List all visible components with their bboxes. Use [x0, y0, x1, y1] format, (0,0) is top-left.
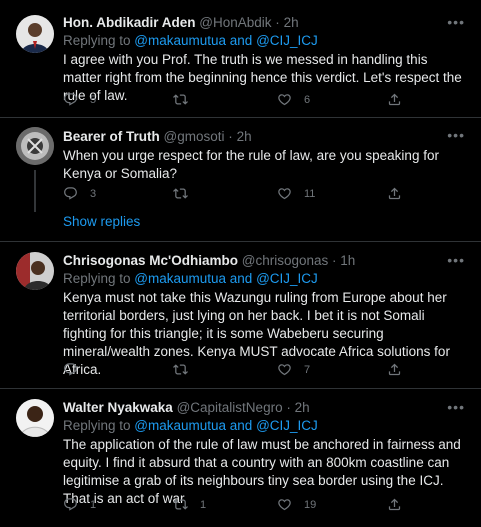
retweet-button[interactable] [173, 92, 200, 107]
share-button[interactable] [387, 186, 402, 201]
replying-to: Replying to @makaumutua and @CIJ_ICJ [63, 32, 469, 50]
replying-to: Replying to @makaumutua and @CIJ_ICJ [63, 270, 469, 288]
reply-button[interactable]: 5 [63, 92, 96, 107]
replying-to: Replying to @makaumutua and @CIJ_ICJ [63, 417, 469, 435]
avatar[interactable] [16, 15, 54, 53]
tweet-header: Walter Nyakwaka @CapitalistNegro · 2h [63, 399, 469, 417]
like-count: 7 [304, 363, 311, 376]
author-name[interactable]: Bearer of Truth [63, 129, 160, 144]
like-count: 6 [304, 93, 311, 106]
avatar[interactable] [16, 399, 54, 437]
share-button[interactable] [387, 92, 402, 107]
replying-to-mentions[interactable]: @makaumutua and @CIJ_ICJ [134, 33, 317, 48]
like-button[interactable]: 11 [277, 186, 315, 201]
tweet-header: Bearer of Truth @gmosoti · 2h [63, 128, 469, 146]
author-name[interactable]: Walter Nyakwaka [63, 400, 173, 415]
retweet-button[interactable] [173, 362, 200, 377]
tweet-card[interactable]: Hon. Abdikadir Aden @HonAbdik · 2h Reply… [0, 0, 481, 118]
more-icon[interactable]: ••• [447, 128, 465, 142]
author-handle[interactable]: @chrisogonas [242, 253, 329, 268]
retweet-icon [173, 92, 188, 107]
replying-to-mentions[interactable]: @makaumutua and @CIJ_ICJ [134, 271, 317, 286]
author-handle[interactable]: @gmosoti [164, 129, 225, 144]
reply-button[interactable] [63, 362, 90, 377]
tweet-time[interactable]: 1h [340, 253, 355, 268]
share-icon [387, 186, 402, 201]
tweet-card[interactable]: Bearer of Truth @gmosoti · 2h When you u… [0, 118, 481, 242]
tweet-card[interactable]: Walter Nyakwaka @CapitalistNegro · 2h Re… [0, 389, 481, 527]
thread-line [34, 170, 36, 212]
tweet-time[interactable]: 2h [284, 15, 299, 30]
tweet-time[interactable]: 2h [237, 129, 252, 144]
retweet-icon [173, 497, 188, 512]
tweet-actions: 7 [63, 362, 443, 382]
show-replies-link[interactable]: Show replies [63, 214, 140, 229]
tweet-card[interactable]: Chrisogonas Mc'Odhiambo @chrisogonas · 1… [0, 242, 481, 389]
like-button[interactable]: 19 [277, 497, 316, 512]
avatar[interactable] [16, 252, 54, 290]
author-handle[interactable]: @CapitalistNegro [177, 400, 283, 415]
author-name[interactable]: Chrisogonas Mc'Odhiambo [63, 253, 238, 268]
reply-button[interactable]: 1 [63, 497, 96, 512]
reply-icon [63, 497, 78, 512]
reply-count: 1 [90, 498, 97, 511]
reply-icon [63, 186, 78, 201]
tweet-actions: 5 6 [63, 92, 443, 112]
author-name[interactable]: Hon. Abdikadir Aden [63, 15, 196, 30]
share-button[interactable] [387, 362, 402, 377]
replying-to-label: Replying to [63, 33, 135, 48]
heart-icon [277, 362, 292, 377]
heart-icon [277, 186, 292, 201]
separator-dot: · [275, 15, 280, 30]
heart-icon [277, 497, 292, 512]
retweet-button[interactable] [173, 186, 200, 201]
separator-dot: · [286, 400, 291, 415]
reply-icon [63, 362, 78, 377]
separator-dot: · [228, 129, 233, 144]
like-count: 11 [304, 187, 316, 200]
tweet-timeline: Hon. Abdikadir Aden @HonAbdik · 2h Reply… [0, 0, 481, 527]
tweet-header: Hon. Abdikadir Aden @HonAbdik · 2h [63, 14, 469, 32]
avatar[interactable] [16, 127, 54, 165]
tweet-actions: 1 1 19 [63, 497, 443, 517]
tweet-time[interactable]: 2h [295, 400, 310, 415]
reply-icon [63, 92, 78, 107]
retweet-icon [173, 186, 188, 201]
replying-to-label: Replying to [63, 418, 135, 433]
reply-button[interactable]: 3 [63, 186, 96, 201]
more-icon[interactable]: ••• [447, 15, 465, 29]
author-handle[interactable]: @HonAbdik [199, 15, 271, 30]
retweet-button[interactable]: 1 [173, 497, 206, 512]
replying-to-label: Replying to [63, 271, 135, 286]
tweet-actions: 3 11 [63, 186, 443, 206]
separator-dot: · [332, 253, 337, 268]
reply-count: 3 [90, 187, 97, 200]
share-icon [387, 362, 402, 377]
more-icon[interactable]: ••• [447, 253, 465, 267]
like-button[interactable]: 7 [277, 362, 310, 377]
more-icon[interactable]: ••• [447, 400, 465, 414]
tweet-header: Chrisogonas Mc'Odhiambo @chrisogonas · 1… [63, 252, 469, 270]
retweet-count: 1 [200, 498, 207, 511]
retweet-icon [173, 362, 188, 377]
like-button[interactable]: 6 [277, 92, 310, 107]
share-button[interactable] [387, 497, 402, 512]
replying-to-mentions[interactable]: @makaumutua and @CIJ_ICJ [134, 418, 317, 433]
heart-icon [277, 92, 292, 107]
tweet-text: When you urge respect for the rule of la… [63, 148, 439, 181]
share-icon [387, 497, 402, 512]
like-count: 19 [304, 498, 317, 511]
share-icon [387, 92, 402, 107]
reply-count: 5 [90, 93, 97, 106]
